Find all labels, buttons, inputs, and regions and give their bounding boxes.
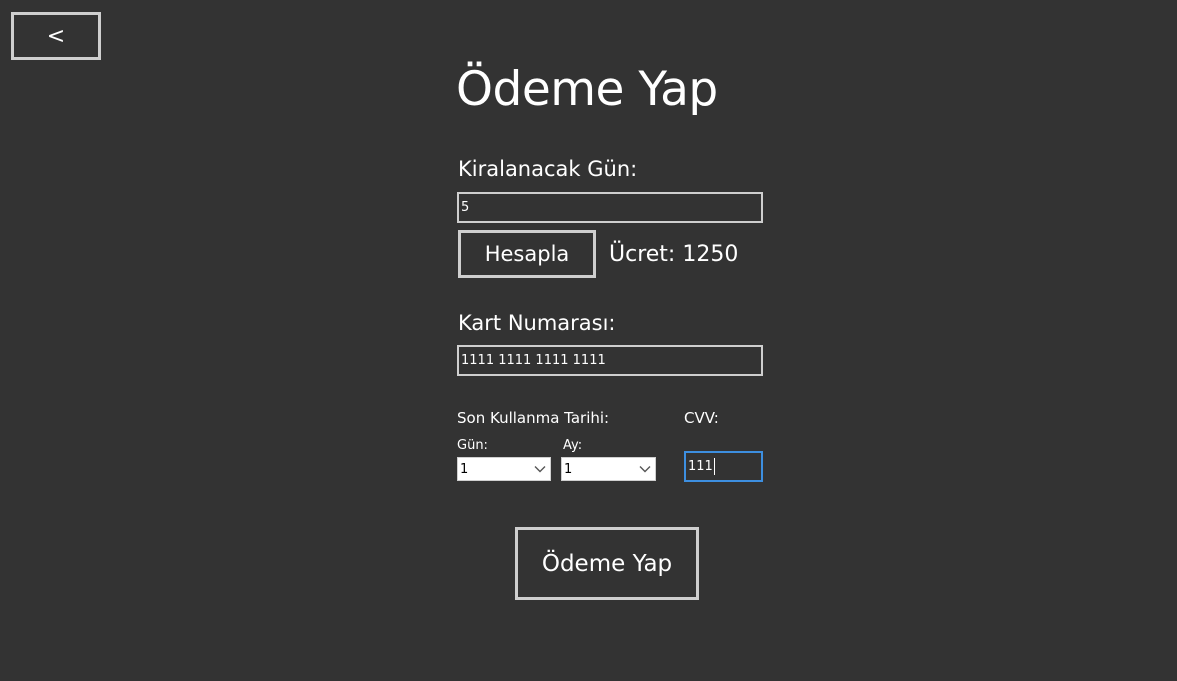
page-title: Ödeme Yap	[456, 62, 718, 117]
rental-days-input[interactable]: 5	[457, 192, 763, 223]
rental-days-value: 5	[461, 200, 470, 215]
calculate-button[interactable]: Hesapla	[458, 230, 596, 278]
back-button[interactable]: <	[11, 12, 101, 60]
cvv-label: CVV:	[684, 409, 719, 427]
expiry-day-select[interactable]: 1	[457, 457, 551, 481]
expiry-month-value: 1	[564, 461, 573, 477]
back-button-label: <	[46, 23, 66, 49]
text-caret	[713, 458, 715, 475]
expiry-label: Son Kullanma Tarihi:	[457, 409, 610, 427]
card-number-value: 1111 1111 1111 1111	[461, 353, 606, 368]
card-number-label: Kart Numarası:	[458, 311, 616, 335]
pay-button-label: Ödeme Yap	[541, 550, 673, 577]
cvv-input[interactable]: 111	[684, 451, 763, 482]
chevron-down-icon	[639, 466, 651, 473]
calculate-button-label: Hesapla	[484, 242, 570, 266]
pay-button[interactable]: Ödeme Yap	[515, 527, 699, 600]
card-number-input[interactable]: 1111 1111 1111 1111	[457, 345, 763, 376]
cvv-value: 111	[688, 459, 713, 474]
fee-text: Ücret: 1250	[609, 242, 739, 267]
chevron-down-icon	[534, 466, 546, 473]
rental-days-label: Kiralanacak Gün:	[458, 157, 638, 181]
expiry-day-value: 1	[460, 461, 469, 477]
expiry-month-label: Ay:	[563, 438, 583, 453]
expiry-day-label: Gün:	[457, 438, 488, 453]
expiry-month-select[interactable]: 1	[561, 457, 656, 481]
